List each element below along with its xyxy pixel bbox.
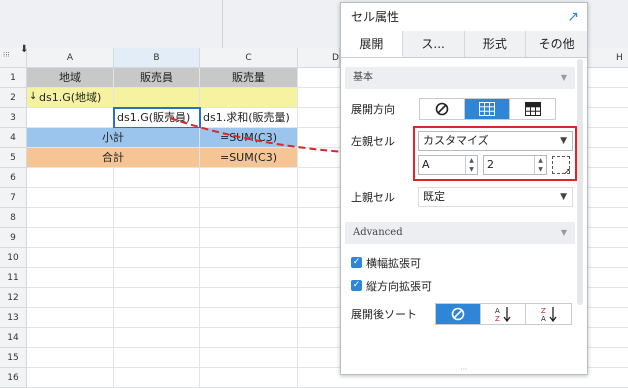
- grid-vertical-icon: [479, 102, 495, 116]
- sort-selector: AZ ZA: [435, 303, 572, 325]
- sort-ascending-button[interactable]: AZ: [481, 304, 526, 324]
- panel-scrollbar[interactable]: [577, 59, 583, 305]
- vertical-expand-button[interactable]: [465, 99, 510, 119]
- section-basic[interactable]: 基本 ▼: [345, 67, 575, 89]
- left-parent-label: 左親セル: [351, 135, 395, 148]
- tab-style[interactable]: ス...: [403, 31, 465, 57]
- upper-parent-value: 既定: [423, 190, 445, 203]
- svg-text:A: A: [541, 315, 546, 322]
- panel-title: セル属性: [351, 10, 400, 24]
- no-expand-button[interactable]: [420, 99, 465, 119]
- upper-parent-label: 上親セル: [351, 191, 395, 204]
- vertical-extend-label: 縦方向拡張可: [366, 280, 432, 293]
- no-sort-icon: [451, 307, 465, 321]
- chevron-down-icon: ▼: [560, 73, 567, 82]
- section-basic-label: 基本: [353, 72, 373, 83]
- expand-direction-selector: [419, 98, 556, 120]
- horizontal-extend-label: 横幅拡張可: [366, 257, 421, 270]
- tab-expand[interactable]: 展開: [341, 31, 403, 57]
- tab-other[interactable]: その他: [526, 31, 587, 57]
- grid-horizontal-icon: [524, 102, 541, 116]
- section-advanced[interactable]: Advanced ▼: [345, 222, 575, 244]
- expand-direction-label: 展開方向: [351, 103, 395, 116]
- horizontal-extend-checkbox[interactable]: ✓: [351, 257, 362, 268]
- no-sort-button[interactable]: [436, 304, 481, 324]
- panel-tabs: 展開 ス... 形式 その他: [341, 31, 587, 58]
- sort-label: 展開後ソート: [351, 308, 417, 321]
- svg-text:Z: Z: [495, 315, 500, 322]
- upper-parent-select[interactable]: 既定 ▼: [418, 187, 573, 207]
- expand-panel-icon[interactable]: ↗: [567, 9, 579, 25]
- resize-grip[interactable]: ⋯: [451, 366, 477, 373]
- no-expand-icon: [435, 102, 449, 116]
- vertical-extend-checkbox[interactable]: ✓: [351, 280, 362, 291]
- cell-properties-panel: セル属性 ↗ 展開 ス... 形式 その他 基本 ▼ 展開方向 左親セル カスタ…: [340, 2, 588, 375]
- sort-descending-button[interactable]: ZA: [526, 304, 571, 324]
- sort-ascending-icon: AZ: [495, 307, 511, 322]
- chevron-down-icon: ▼: [560, 228, 567, 237]
- tab-format[interactable]: 形式: [465, 31, 527, 57]
- section-advanced-label: Advanced: [353, 227, 403, 238]
- chevron-down-icon: ▼: [560, 192, 567, 202]
- horizontal-expand-button[interactable]: [510, 99, 555, 119]
- svg-text:Z: Z: [541, 307, 546, 315]
- highlight-box: [413, 126, 577, 181]
- sort-descending-icon: ZA: [541, 307, 557, 322]
- svg-text:A: A: [495, 307, 500, 315]
